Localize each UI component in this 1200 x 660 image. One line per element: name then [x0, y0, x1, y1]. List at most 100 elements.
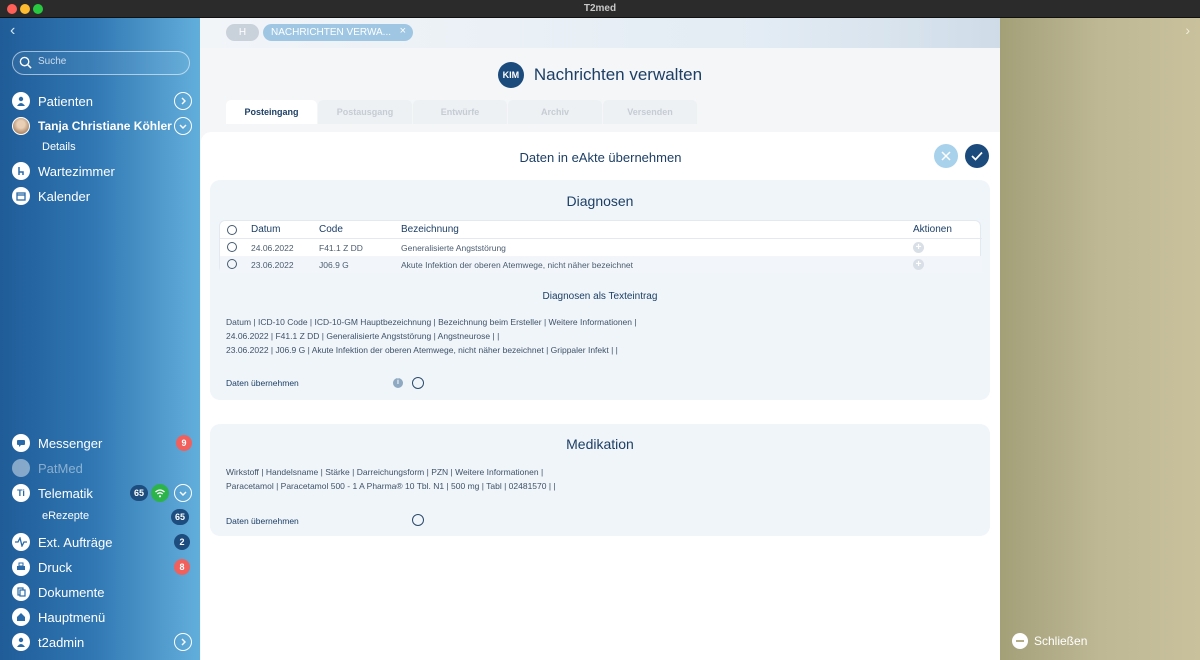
column-header: Datum: [251, 224, 281, 235]
text-entry-line: Datum | ICD-10 Code | ICD-10-GM Hauptbez…: [226, 317, 637, 327]
chevron-right-icon[interactable]: ›: [1185, 22, 1190, 38]
tab-versenden[interactable]: Versenden: [603, 100, 697, 124]
chevron-right-icon[interactable]: [174, 92, 192, 110]
telematik-icon: Ti: [12, 484, 30, 502]
tab-home[interactable]: H: [226, 24, 259, 41]
search-icon: [19, 56, 32, 69]
sidebar-item-label: Hauptmenü: [38, 609, 106, 625]
select-all-radio[interactable]: [227, 225, 237, 235]
page-header: KIM Nachrichten verwalten: [200, 60, 1000, 90]
chevron-right-icon[interactable]: [174, 633, 192, 651]
sidebar-item-druck[interactable]: Druck 8: [12, 556, 192, 578]
sidebar-item-label: Kalender: [38, 188, 91, 204]
sidebar-item-patient[interactable]: Tanja Christiane Köhler: [12, 115, 192, 137]
count-badge: 65: [171, 509, 190, 525]
count-badge: 65: [130, 485, 149, 501]
pulse-icon: [12, 533, 30, 551]
panel-title: Medikation: [566, 436, 634, 452]
sidebar-item-erezepte[interactable]: eRezepte: [42, 510, 89, 522]
cell-code: F41.1 Z DD: [319, 242, 363, 253]
chevron-down-icon[interactable]: [174, 484, 192, 502]
cell-datum: 23.06.2022: [251, 259, 294, 270]
text-entry-line: Paracetamol | Paracetamol 500 - 1 A Phar…: [226, 481, 556, 491]
tab-nachrichten[interactable]: NACHRICHTEN VERWA... ×: [263, 24, 413, 41]
sidebar-item-user[interactable]: t2admin: [12, 631, 192, 653]
tab-label: NACHRICHTEN VERWA...: [271, 27, 392, 38]
sidebar-item-label: Ext. Aufträge: [38, 534, 113, 550]
tab-archiv[interactable]: Archiv: [508, 100, 602, 124]
patmed-icon: [12, 459, 30, 477]
window-titlebar: T2med: [0, 0, 1200, 18]
dialog-title: Daten in eAkte übernehmen: [519, 150, 682, 165]
main-content: H NACHRICHTEN VERWA... × KIM Nachrichten…: [200, 18, 1000, 660]
sidebar-item-auftraege[interactable]: Ext. Aufträge 2: [12, 531, 192, 553]
row-select-radio[interactable]: [227, 259, 237, 269]
chat-icon: [12, 434, 30, 452]
add-icon[interactable]: +: [913, 242, 924, 253]
tab-posteingang[interactable]: Posteingang: [226, 100, 317, 124]
check-icon: [971, 151, 983, 161]
sidebar: ‹ Patienten Tanja Christiane Köhler Deta…: [0, 18, 200, 660]
sidebar-item-patienten[interactable]: Patienten: [12, 90, 192, 112]
cell-datum: 24.06.2022: [251, 242, 294, 253]
minus-circle-icon: [1012, 633, 1028, 649]
sidebar-item-label: Messenger: [38, 435, 103, 451]
side-panel: › Schließen: [1000, 18, 1200, 660]
tab-bar: H NACHRICHTEN VERWA... ×: [200, 18, 1000, 48]
count-badge: 8: [174, 559, 190, 575]
search-box[interactable]: [12, 51, 190, 75]
diagnosen-table: Datum Code Bezeichnung Aktionen 24.06.20…: [219, 220, 982, 273]
sidebar-item-dokumente[interactable]: Dokumente: [12, 581, 192, 603]
text-entry-line: Wirkstoff | Handelsname | Stärke | Darre…: [226, 467, 544, 477]
printer-icon: [12, 558, 30, 576]
sidebar-item-label: Dokumente: [38, 584, 105, 600]
close-panel-label: Schließen: [1034, 634, 1088, 648]
unread-badge: 9: [176, 435, 192, 451]
calendar-icon: [12, 187, 30, 205]
person-icon: [12, 633, 30, 651]
cancel-button[interactable]: [934, 144, 958, 168]
chevron-left-icon[interactable]: ‹: [10, 22, 15, 40]
kim-logo: KIM: [497, 62, 524, 88]
documents-icon: [12, 583, 30, 601]
search-input[interactable]: [38, 56, 188, 67]
home-icon: [12, 608, 30, 626]
count-badge: 2: [174, 534, 190, 550]
take-data-radio[interactable]: [412, 514, 424, 526]
text-entry-line: 23.06.2022 | J06.9 G | Akute Infektion d…: [226, 345, 618, 355]
sidebar-item-label: Tanja Christiane Köhler: [38, 119, 172, 133]
confirm-button[interactable]: [965, 144, 989, 168]
column-header: Code: [319, 224, 343, 235]
sidebar-item-label: Druck: [38, 559, 72, 575]
row-select-radio[interactable]: [227, 242, 237, 252]
close-panel-button[interactable]: Schließen: [1012, 633, 1087, 649]
import-dialog: Daten in eAkte übernehmen Diagnosen Datu…: [201, 132, 1000, 660]
sidebar-item-wartezimmer[interactable]: Wartezimmer: [12, 160, 192, 182]
page-title: Nachrichten verwalten: [533, 65, 703, 84]
sidebar-item-hauptmenue[interactable]: Hauptmenü: [12, 606, 192, 628]
sidebar-item-kalender[interactable]: Kalender: [12, 185, 192, 207]
sidebar-item-messenger[interactable]: Messenger 9: [12, 432, 192, 454]
add-icon[interactable]: +: [913, 259, 924, 270]
person-icon: [12, 92, 30, 110]
tab-entwuerfe[interactable]: Entwürfe: [413, 100, 507, 124]
sidebar-item-telematik[interactable]: Ti Telematik 65: [12, 482, 192, 504]
text-entry-heading: Diagnosen als Texteintrag: [542, 291, 658, 302]
sidebar-item-label: Wartezimmer: [38, 163, 115, 179]
medikation-panel: Medikation Wirkstoff | Handelsname | Stä…: [210, 424, 990, 536]
table-row: 24.06.2022 F41.1 Z DD Generalisierte Ang…: [220, 239, 982, 256]
take-data-radio[interactable]: [412, 377, 424, 389]
sidebar-item-label: t2admin: [38, 634, 85, 650]
cell-bezeichnung: Generalisierte Angststörung: [401, 242, 506, 253]
take-data-label: Daten übernehmen: [226, 378, 299, 388]
table-header: Datum Code Bezeichnung Aktionen: [220, 221, 982, 239]
info-icon[interactable]: i: [393, 378, 403, 388]
panel-title: Diagnosen: [566, 193, 634, 209]
chevron-down-icon[interactable]: [174, 117, 192, 135]
window-title: T2med: [583, 3, 617, 14]
sidebar-item-details[interactable]: Details: [42, 141, 76, 153]
sidebar-item-patmed[interactable]: PatMed: [12, 457, 192, 479]
tab-postausgang[interactable]: Postausgang: [318, 100, 412, 124]
close-icon[interactable]: ×: [400, 25, 406, 37]
sidebar-item-label: Patienten: [38, 93, 93, 109]
